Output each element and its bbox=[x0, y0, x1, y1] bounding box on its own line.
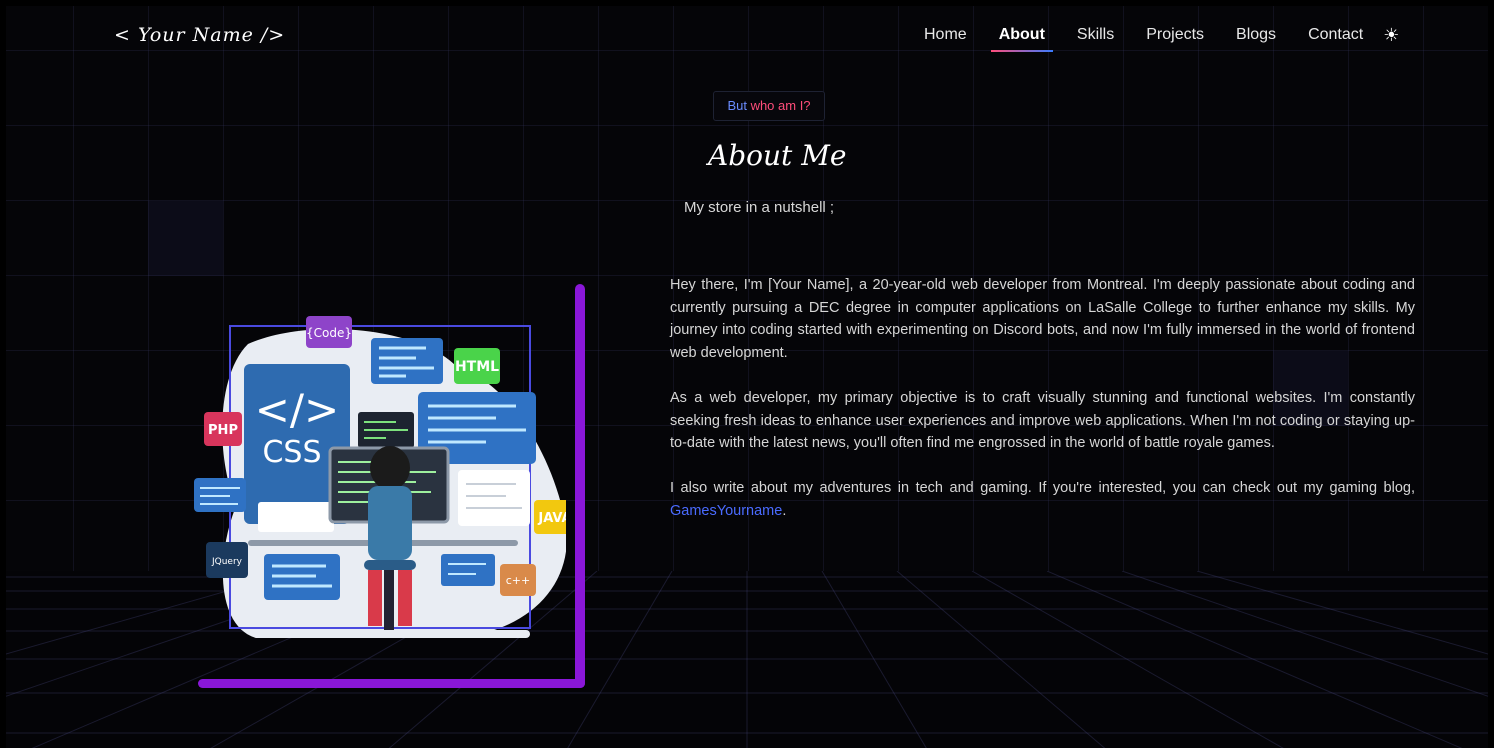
accent-frame-vertical bbox=[575, 284, 585, 688]
nav-contact[interactable]: Contact bbox=[1308, 26, 1363, 50]
background-tile bbox=[148, 201, 223, 276]
accent-frame-horizontal bbox=[198, 679, 585, 688]
tag-part2: who am I? bbox=[750, 98, 811, 113]
nav-blogs[interactable]: Blogs bbox=[1236, 26, 1276, 50]
about-paragraph-2: As a web developer, my primary objective… bbox=[670, 389, 1415, 452]
code-badge-label: {Code} bbox=[306, 326, 352, 340]
developer-illustration: </> CSS {Code} HTML PHP JAV JQuery c++ bbox=[194, 316, 566, 638]
sun-icon[interactable]: ☀ bbox=[1383, 25, 1399, 46]
gaming-blog-link[interactable]: GamesYourname bbox=[670, 503, 782, 519]
nav-home[interactable]: Home bbox=[924, 26, 967, 50]
cpp-badge-label: c++ bbox=[506, 574, 530, 587]
paragraph-3-end: . bbox=[782, 502, 787, 519]
logo[interactable]: < Your Name /> bbox=[114, 24, 285, 46]
jquery-badge-label: JQuery bbox=[211, 557, 243, 567]
java-badge-label: JAVA bbox=[537, 511, 566, 526]
section-subtitle: My store in a nutshell ; bbox=[684, 199, 835, 216]
css-symbol-label: </> bbox=[255, 385, 340, 434]
php-badge-label: PHP bbox=[208, 423, 238, 438]
nav-projects[interactable]: Projects bbox=[1146, 26, 1204, 50]
section-title: About Me bbox=[708, 139, 847, 172]
about-paragraph-3: I also write about my adventures in tech… bbox=[670, 477, 1415, 522]
main-nav: Home About Skills Projects Blogs Contact… bbox=[924, 25, 1399, 52]
paragraph-3-text: I also write about my adventures in tech… bbox=[670, 480, 1415, 497]
about-paragraph-1: Hey there, I'm [Your Name], a 20-year-ol… bbox=[670, 277, 1415, 361]
tag-part1: But bbox=[727, 98, 751, 113]
about-text: Hey there, I'm [Your Name], a 20-year-ol… bbox=[670, 274, 1415, 545]
html-badge-label: HTML bbox=[455, 359, 499, 375]
page: < Your Name /> Home About Skills Project… bbox=[6, 6, 1488, 748]
nav-about[interactable]: About bbox=[990, 26, 1054, 52]
nav-skills[interactable]: Skills bbox=[1077, 26, 1114, 50]
section-tag: But who am I? bbox=[713, 91, 825, 121]
css-label: CSS bbox=[262, 435, 321, 470]
